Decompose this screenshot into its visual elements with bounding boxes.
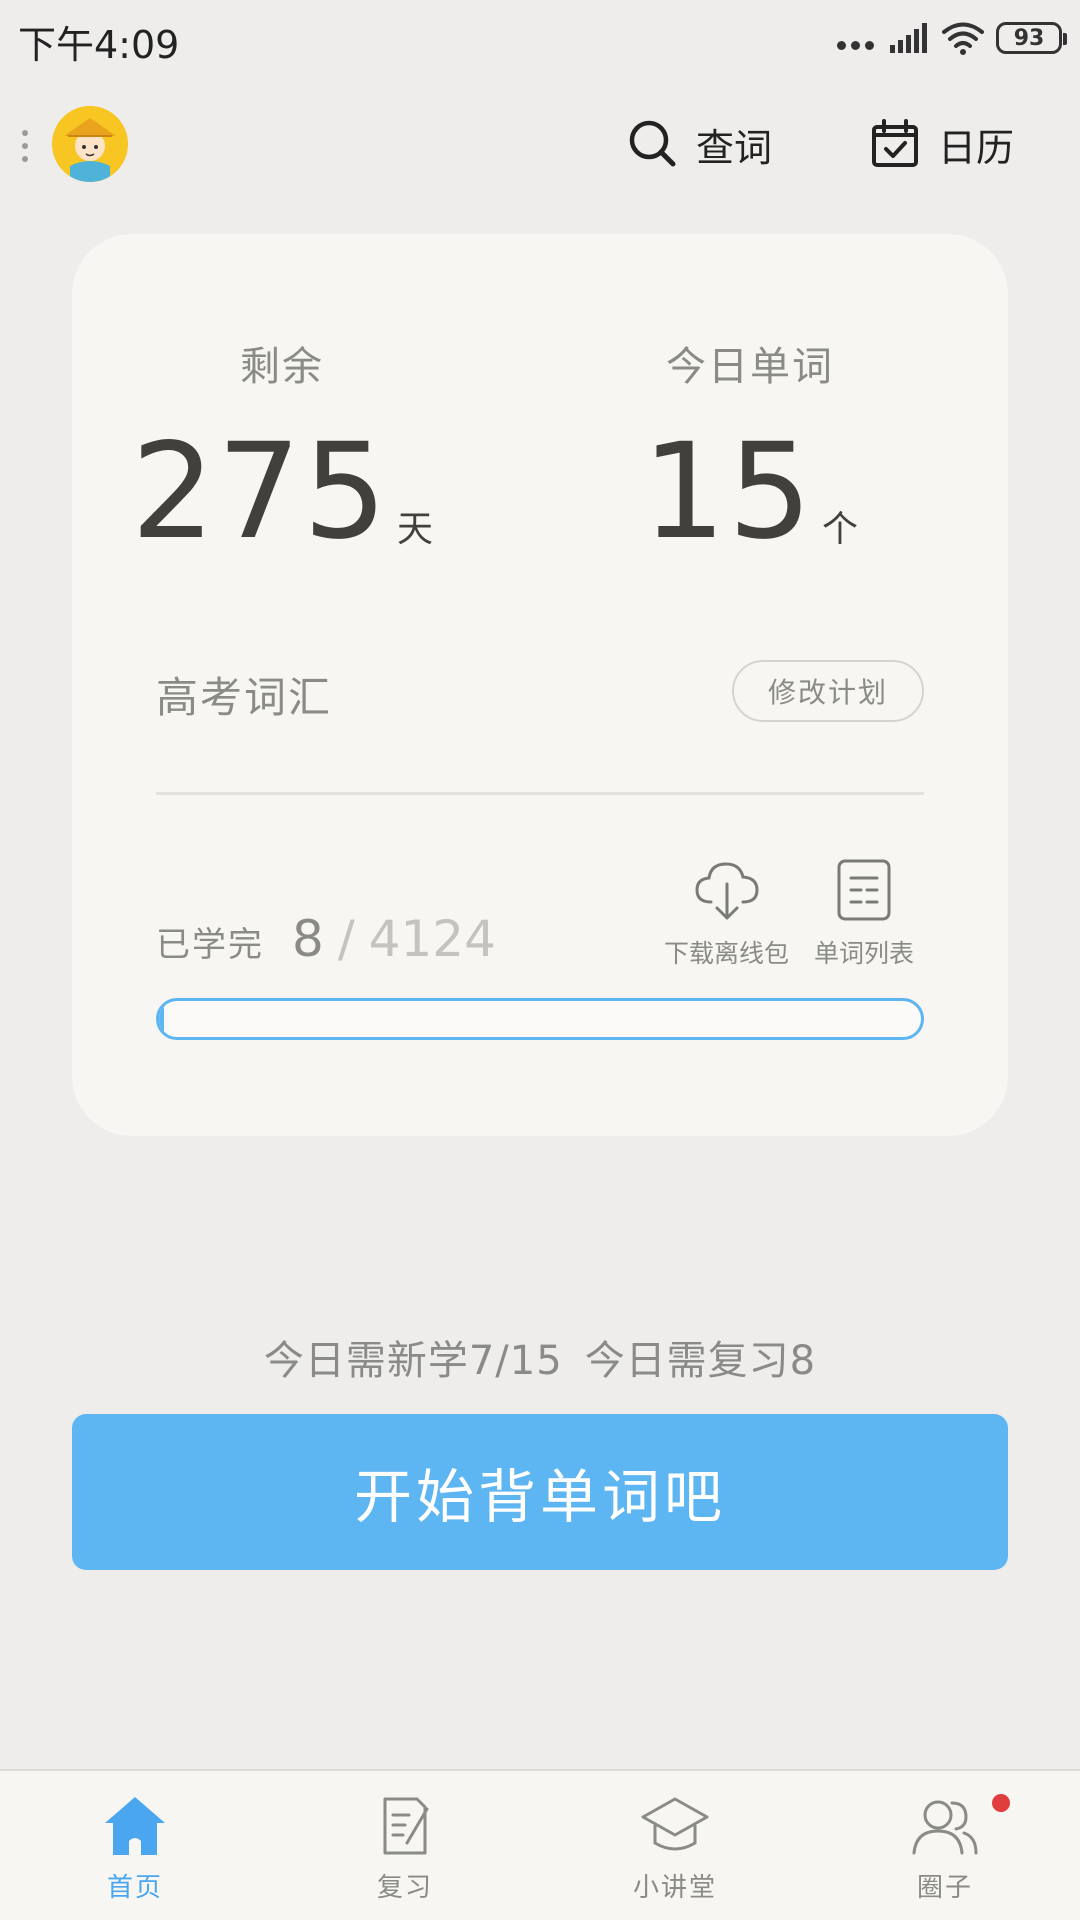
people-icon xyxy=(912,1800,978,1855)
battery-level: 93 xyxy=(1013,25,1045,51)
learning-progress-bar xyxy=(156,998,924,1040)
today-words-unit: 个 xyxy=(821,509,858,550)
learned-progress-text: 已学完 8 / 4124 xyxy=(156,910,496,968)
download-offline-label: 下载离线包 xyxy=(664,939,790,968)
divider xyxy=(156,792,924,795)
search-word-label: 查词 xyxy=(696,125,773,170)
more-dots-icon xyxy=(837,40,874,50)
signal-icon xyxy=(890,23,927,53)
learning-progress-fill xyxy=(159,1001,164,1037)
notification-badge xyxy=(992,1794,1010,1812)
status-time: 下午4:09 xyxy=(18,23,180,67)
calendar-label: 日历 xyxy=(938,125,1015,170)
calendar-icon xyxy=(872,119,918,167)
search-icon xyxy=(629,120,676,167)
edit-plan-button[interactable]: 修改计划 xyxy=(732,660,924,722)
remaining-days-unit: 天 xyxy=(396,509,433,550)
bottom-navigation: 首页 复习 小讲堂 圈子 xyxy=(0,1769,1080,1920)
learned-count: 8 xyxy=(292,910,324,968)
graduation-cap-icon xyxy=(641,1797,709,1851)
status-icons: 93 xyxy=(837,16,1067,60)
word-list-button[interactable]: 单词列表 xyxy=(814,858,914,970)
word-list-label: 单词列表 xyxy=(814,939,915,968)
battery-indicator: 93 xyxy=(996,22,1067,54)
today-words-stat: 今日单词 15 个 xyxy=(540,334,960,558)
review-icon xyxy=(383,1797,429,1855)
today-task-summary: 今日需新学7/15 今日需复习8 xyxy=(0,1328,1080,1386)
remaining-days-value: 275 xyxy=(131,415,389,569)
nav-label-circle: 圈子 xyxy=(916,1873,973,1903)
today-words-label: 今日单词 xyxy=(666,344,834,390)
learned-label: 已学完 xyxy=(156,925,264,965)
nav-label-home: 首页 xyxy=(106,1873,163,1903)
nav-label-lecture: 小讲堂 xyxy=(632,1873,717,1903)
nav-item-circle[interactable]: 圈子 xyxy=(810,1771,1080,1920)
study-plan-card: 剩余 275 天 今日单词 15 个 高考词汇 修改计划 已学完 8 / 412… xyxy=(72,234,1008,1136)
status-bar: 下午4:09 93 xyxy=(0,0,1080,76)
word-list-icon xyxy=(837,859,891,921)
download-offline-button[interactable]: 下载离线包 xyxy=(664,858,789,970)
avatar-character-icon xyxy=(52,106,128,182)
remaining-days-stat: 剩余 275 天 xyxy=(72,334,492,558)
nav-item-lecture[interactable]: 小讲堂 xyxy=(540,1771,810,1920)
home-icon xyxy=(105,1797,165,1855)
learned-separator: / xyxy=(337,910,355,968)
nav-label-review: 复习 xyxy=(376,1873,433,1903)
nav-item-home[interactable]: 首页 xyxy=(0,1771,270,1920)
app-header: 查词 日历 xyxy=(0,90,1080,200)
learned-total: 4124 xyxy=(368,910,496,968)
cloud-download-icon xyxy=(694,862,759,920)
avatar[interactable] xyxy=(52,106,128,182)
vocabulary-book-name: 高考词汇 xyxy=(156,673,333,722)
today-new-words-text: 今日需新学7/15 xyxy=(263,1338,563,1384)
search-word-button[interactable]: 查词 xyxy=(628,114,772,174)
start-memorizing-button[interactable]: 开始背单词吧 xyxy=(72,1414,1008,1570)
remaining-days-label: 剩余 xyxy=(240,344,324,390)
drawer-menu-icon[interactable] xyxy=(22,130,28,162)
today-words-value: 15 xyxy=(642,415,814,569)
nav-item-review[interactable]: 复习 xyxy=(270,1771,540,1920)
wifi-icon xyxy=(942,22,984,55)
calendar-button[interactable]: 日历 xyxy=(870,114,1014,174)
today-review-text: 今日需复习8 xyxy=(584,1338,817,1384)
